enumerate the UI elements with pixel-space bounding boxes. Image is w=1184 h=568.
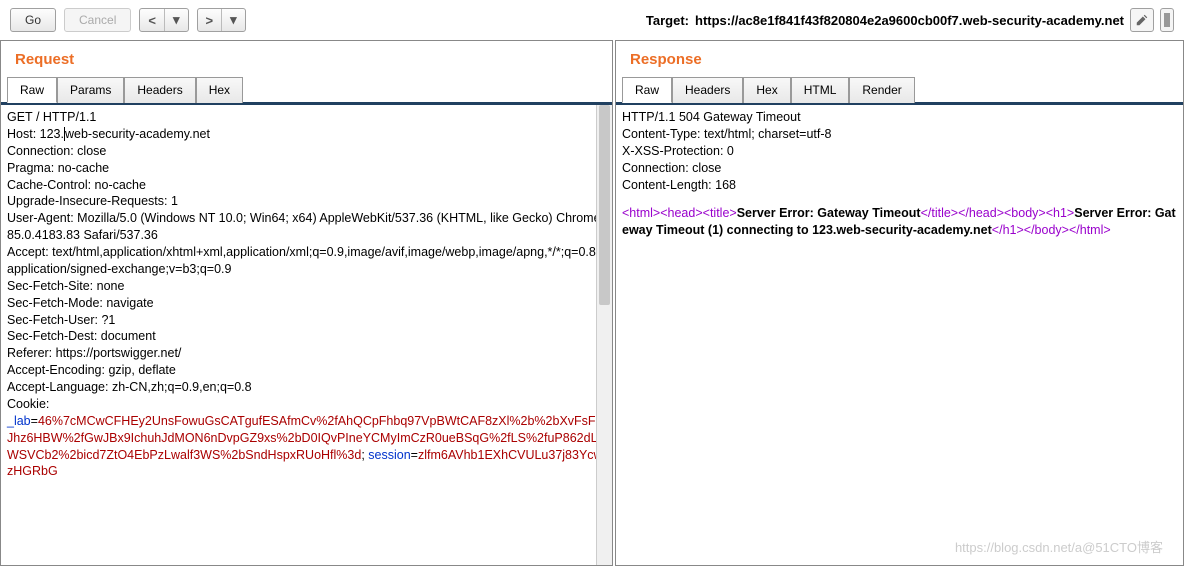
next-button[interactable]: >: [198, 9, 222, 31]
response-panel: Response Raw Headers Hex HTML Render HTT…: [615, 40, 1184, 566]
prev-button[interactable]: <: [140, 9, 164, 31]
req-line: Sec-Fetch-User: ?1: [7, 312, 606, 329]
history-prev-group: < ▾: [139, 8, 188, 32]
response-title: Response: [616, 41, 1183, 76]
req-line: Accept-Language: zh-CN,zh;q=0.9,en;q=0.8: [7, 379, 606, 396]
watermark: https://blog.csdn.net/a@51CTO博客: [955, 539, 1163, 557]
request-body[interactable]: GET / HTTP/1.1 Host: 123.web-security-ac…: [1, 105, 612, 565]
resp-line: HTTP/1.1 504 Gateway Timeout: [622, 109, 1177, 126]
tab-hex[interactable]: Hex: [196, 77, 243, 103]
req-line: Referer: https://portswigger.net/: [7, 345, 606, 362]
target-url: https://ac8e1f841f43f820804e2a9600cb00f7…: [695, 13, 1124, 28]
tab-params[interactable]: Params: [57, 77, 124, 103]
bar-icon: [1164, 13, 1170, 27]
req-line: Pragma: no-cache: [7, 160, 606, 177]
req-line: GET / HTTP/1.1: [7, 109, 606, 126]
tab-raw[interactable]: Raw: [622, 77, 672, 103]
top-toolbar: Go Cancel < ▾ > ▾ Target: https://ac8e1f…: [0, 0, 1184, 40]
target-row: Target: https://ac8e1f841f43f820804e2a96…: [646, 8, 1174, 32]
next-dropdown[interactable]: ▾: [221, 9, 245, 31]
req-line: Connection: close: [7, 143, 606, 160]
edit-target-button[interactable]: [1130, 8, 1154, 32]
prev-dropdown[interactable]: ▾: [164, 9, 188, 31]
tab-raw[interactable]: Raw: [7, 77, 57, 103]
req-line: Sec-Fetch-Mode: navigate: [7, 295, 606, 312]
resp-line: Content-Type: text/html; charset=utf-8: [622, 126, 1177, 143]
pencil-icon: [1135, 13, 1149, 27]
req-host-line: Host: 123.web-security-academy.net: [7, 126, 606, 143]
bar-button[interactable]: [1160, 8, 1174, 32]
resp-line: X-XSS-Protection: 0: [622, 143, 1177, 160]
scroll-thumb[interactable]: [599, 105, 610, 305]
request-scrollbar[interactable]: [596, 105, 612, 565]
req-line: Accept: text/html,application/xhtml+xml,…: [7, 244, 606, 278]
request-panel: Request Raw Params Headers Hex GET / HTT…: [0, 40, 613, 566]
req-line: Cache-Control: no-cache: [7, 177, 606, 194]
resp-html: <html><head><title>Server Error: Gateway…: [622, 205, 1177, 239]
tab-headers[interactable]: Headers: [672, 77, 743, 103]
req-line: User-Agent: Mozilla/5.0 (Windows NT 10.0…: [7, 210, 606, 244]
cancel-button[interactable]: Cancel: [64, 8, 131, 32]
tab-render[interactable]: Render: [849, 77, 914, 103]
tab-hex[interactable]: Hex: [743, 77, 790, 103]
panels: Request Raw Params Headers Hex GET / HTT…: [0, 40, 1184, 566]
req-line: Upgrade-Insecure-Requests: 1: [7, 193, 606, 210]
target-label: Target:: [646, 13, 689, 28]
tab-html[interactable]: HTML: [791, 77, 850, 103]
response-tabs: Raw Headers Hex HTML Render: [616, 76, 1183, 105]
response-body[interactable]: HTTP/1.1 504 Gateway Timeout Content-Typ…: [616, 105, 1183, 565]
cookie-line: _lab=46%7cMCwCFHEy2UnsFowuGsCATgufESAfmC…: [7, 413, 606, 481]
resp-line: Content-Length: 168: [622, 177, 1177, 194]
req-line: Sec-Fetch-Dest: document: [7, 328, 606, 345]
request-title: Request: [1, 41, 612, 76]
go-button[interactable]: Go: [10, 8, 56, 32]
blank-line: [622, 193, 1177, 205]
history-next-group: > ▾: [197, 8, 246, 32]
tab-headers[interactable]: Headers: [124, 77, 195, 103]
req-line: Accept-Encoding: gzip, deflate: [7, 362, 606, 379]
request-tabs: Raw Params Headers Hex: [1, 76, 612, 105]
resp-line: Connection: close: [622, 160, 1177, 177]
req-line: Sec-Fetch-Site: none: [7, 278, 606, 295]
req-line: Cookie:: [7, 396, 606, 413]
